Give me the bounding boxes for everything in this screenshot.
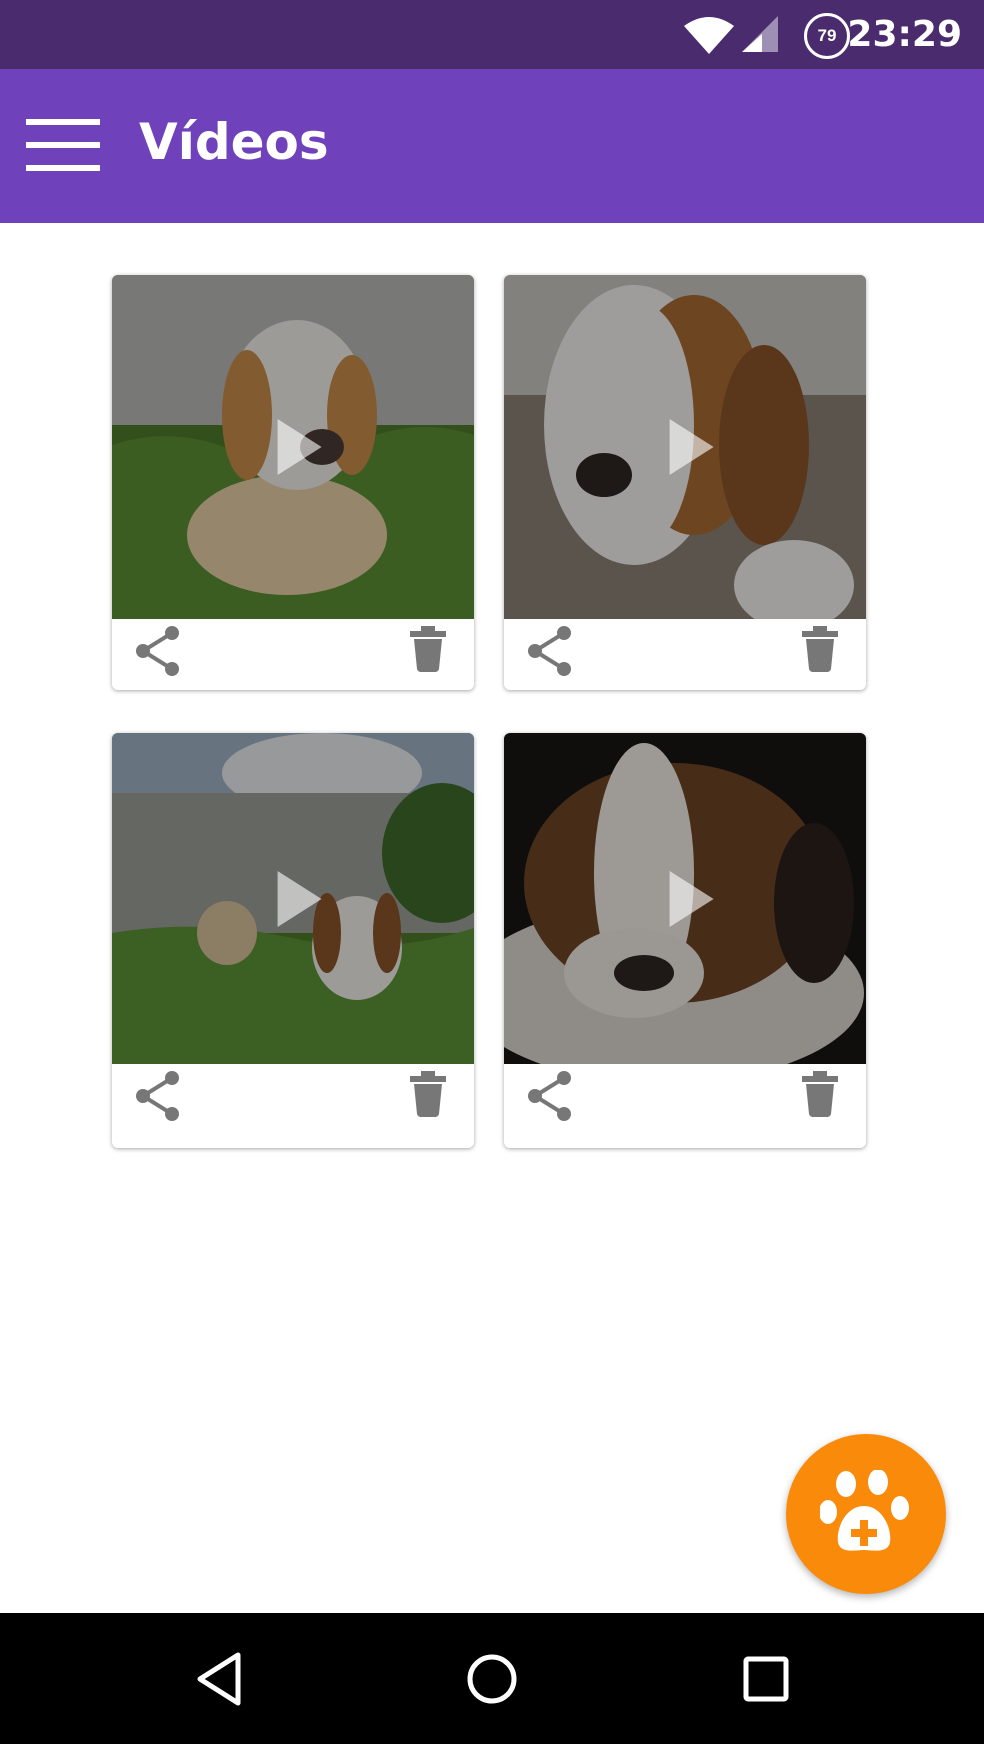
delete-icon[interactable] — [408, 625, 448, 673]
recents-square-icon[interactable] — [742, 1655, 790, 1703]
wifi-icon — [684, 17, 734, 54]
video-thumbnail[interactable] — [112, 275, 474, 619]
video-card[interactable] — [112, 733, 474, 1148]
delete-icon[interactable] — [800, 1070, 840, 1118]
play-icon[interactable] — [277, 870, 322, 927]
hamburger-menu-icon[interactable] — [24, 115, 102, 175]
video-card[interactable] — [504, 733, 866, 1148]
video-thumbnail[interactable] — [504, 275, 866, 619]
clock: 23:29 — [847, 14, 962, 55]
battery-level: 79 — [817, 26, 837, 45]
play-icon[interactable] — [669, 870, 714, 927]
share-icon[interactable] — [134, 625, 182, 677]
card-actions — [112, 619, 474, 690]
video-card[interactable] — [504, 275, 866, 690]
delete-icon[interactable] — [408, 1070, 448, 1118]
video-card[interactable] — [112, 275, 474, 690]
app-bar: Vídeos — [0, 69, 984, 223]
status-bar: 79 23:29 — [0, 0, 984, 69]
card-actions — [112, 1064, 474, 1136]
card-actions — [504, 619, 866, 690]
card-actions — [504, 1064, 866, 1136]
share-icon[interactable] — [526, 1070, 574, 1122]
back-triangle-icon[interactable] — [194, 1651, 244, 1707]
share-icon[interactable] — [526, 625, 574, 677]
system-nav-bar — [0, 1613, 984, 1744]
video-thumbnail[interactable] — [504, 733, 866, 1064]
battery-circle-icon: 79 — [804, 13, 850, 59]
home-circle-icon[interactable] — [466, 1653, 518, 1705]
video-thumbnail[interactable] — [112, 733, 474, 1064]
paw-plus-icon — [820, 1470, 909, 1551]
delete-icon[interactable] — [800, 625, 840, 673]
share-icon[interactable] — [134, 1070, 182, 1122]
cell-signal-icon — [742, 16, 778, 52]
play-icon[interactable] — [669, 419, 714, 475]
page-title: Vídeos — [139, 113, 329, 171]
play-icon[interactable] — [277, 419, 322, 475]
add-video-fab[interactable] — [786, 1434, 946, 1594]
